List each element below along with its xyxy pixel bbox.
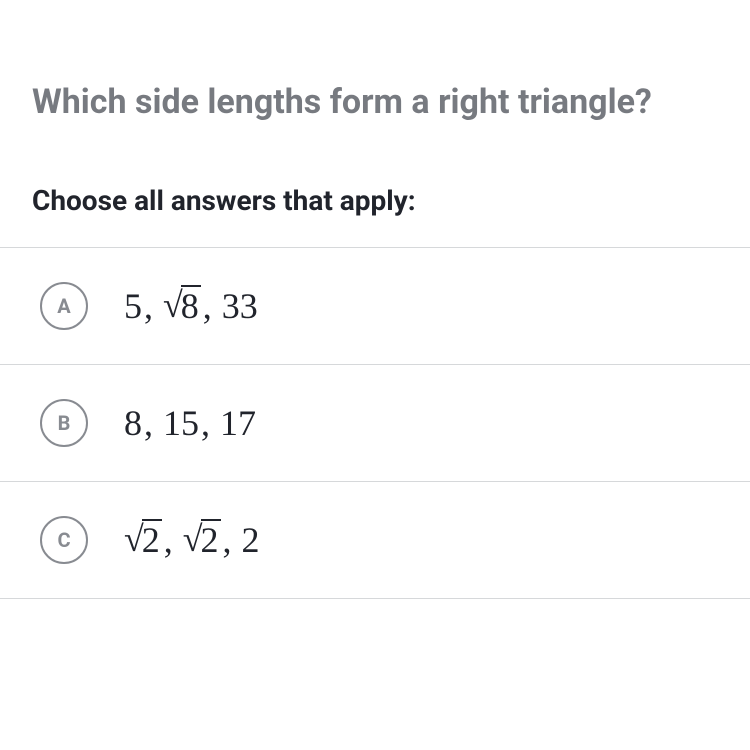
comma-separator: , (201, 402, 210, 444)
radical-icon: √ (124, 521, 144, 557)
comma-separator: , (144, 285, 153, 327)
number-value: 15 (163, 402, 199, 444)
number-value: 5 (124, 285, 142, 327)
comma-separator: , (223, 519, 232, 561)
radicand-value: 8 (181, 285, 201, 327)
radicand-value: 2 (201, 519, 221, 561)
radical-icon: √ (183, 521, 203, 557)
option-b[interactable]: B 8, 15, 17 (0, 365, 750, 482)
sqrt-expression: √2 (124, 519, 162, 561)
instruction-text: Choose all answers that apply: (0, 184, 750, 217)
number-value: 33 (222, 285, 258, 327)
option-letter-badge: B (40, 399, 88, 447)
option-content: 5, √8, 33 (124, 285, 258, 327)
option-content: √2, √2, 2 (124, 519, 260, 561)
comma-separator: , (144, 402, 153, 444)
sqrt-expression: √2 (183, 519, 221, 561)
quiz-container: Which side lengths form a right triangle… (0, 0, 750, 599)
comma-separator: , (164, 519, 173, 561)
options-list: A 5, √8, 33 B 8, 15, 17 C √2, √2, 2 (0, 247, 750, 599)
number-value: 17 (220, 402, 256, 444)
option-letter-badge: A (40, 282, 88, 330)
option-a[interactable]: A 5, √8, 33 (0, 248, 750, 365)
radical-icon: √ (163, 287, 183, 323)
number-value: 8 (124, 402, 142, 444)
number-value: 2 (242, 519, 260, 561)
radicand-value: 2 (142, 519, 162, 561)
sqrt-expression: √8 (163, 285, 201, 327)
option-content: 8, 15, 17 (124, 402, 256, 444)
option-letter-badge: C (40, 516, 88, 564)
option-c[interactable]: C √2, √2, 2 (0, 482, 750, 599)
question-text: Which side lengths form a right triangle… (0, 80, 750, 124)
comma-separator: , (203, 285, 212, 327)
